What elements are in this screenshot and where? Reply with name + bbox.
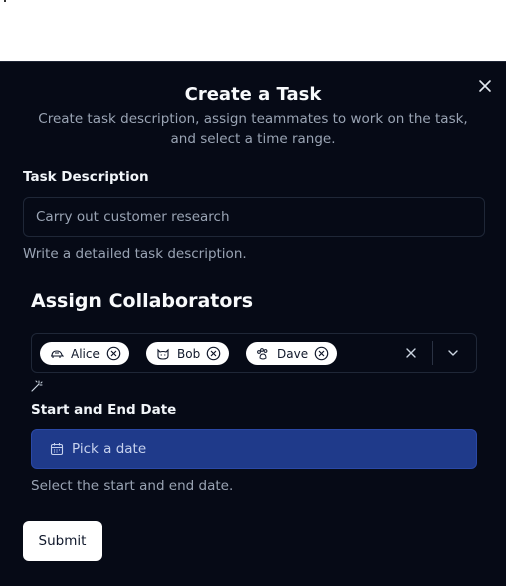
task-description-input[interactable] [23, 197, 485, 237]
chevron-down-icon[interactable] [446, 346, 460, 360]
date-range-label: Start and End Date [31, 402, 177, 418]
task-description-label: Task Description [23, 169, 149, 185]
remove-dave-icon[interactable] [314, 346, 329, 361]
turtle-icon [51, 349, 64, 358]
multiselect-divider [432, 341, 433, 365]
task-description-help: Write a detailed task description. [23, 246, 247, 262]
page-top-area [0, 0, 506, 61]
date-range-help: Select the start and end date. [31, 478, 234, 494]
dialog-title: Create a Task [184, 84, 322, 105]
date-picker-button[interactable]: Pick a date [31, 429, 477, 469]
calendar-icon [50, 443, 64, 456]
collaborator-chip-bob: Bob [146, 342, 230, 365]
remove-bob-icon[interactable] [206, 346, 221, 361]
cursor-dot [4, 0, 6, 2]
clear-icon[interactable] [404, 346, 418, 360]
collaborators-multiselect[interactable]: Alice Bob Dave [31, 333, 477, 373]
collaborator-chip-dave: Dave [246, 342, 338, 365]
collaborator-chip-label: Alice [71, 346, 100, 361]
collaborator-chip-alice: Alice [40, 342, 129, 365]
dog-icon [257, 347, 268, 359]
date-picker-label: Pick a date [72, 441, 147, 457]
collaborator-chip-label: Dave [277, 346, 309, 361]
magic-wand-icon [31, 380, 43, 392]
collaborator-chip-label: Bob [177, 346, 201, 361]
cat-icon [157, 348, 169, 360]
create-task-dialog: Create a Task Create task description, a… [0, 61, 506, 586]
remove-alice-icon[interactable] [106, 346, 121, 361]
submit-button[interactable]: Submit [23, 521, 102, 561]
assign-collaborators-title: Assign Collaborators [31, 290, 254, 312]
dialog-subtitle: Create task description, assign teammate… [38, 111, 468, 147]
